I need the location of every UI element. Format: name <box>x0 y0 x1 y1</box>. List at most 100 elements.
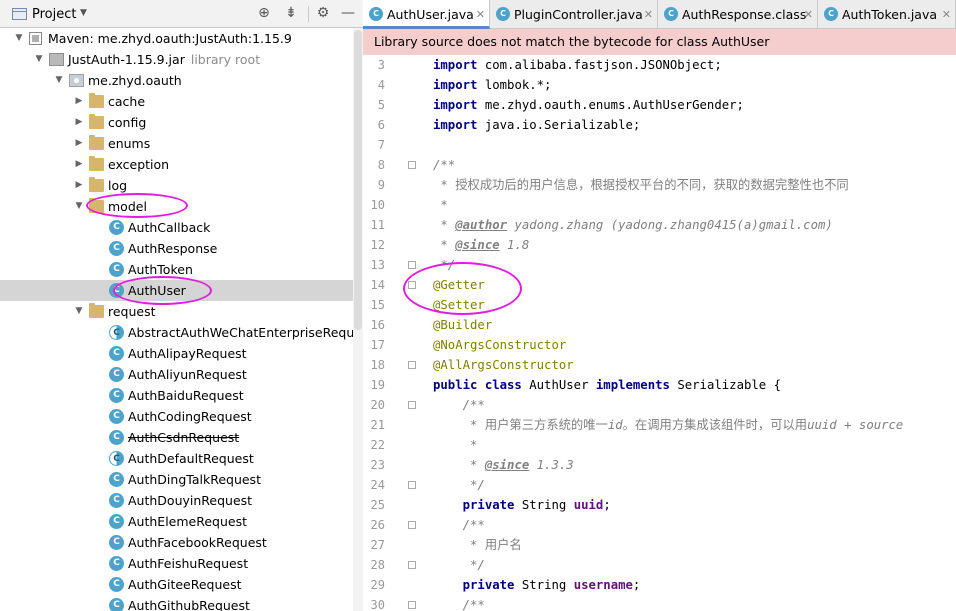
gear-icon[interactable]: ⚙ <box>314 5 332 21</box>
chevron-down-icon[interactable]: ▼ <box>53 70 65 91</box>
tree-scrollbar-thumb[interactable] <box>354 30 362 330</box>
tree-item[interactable]: C AuthGiteeRequest <box>0 574 353 595</box>
editor-tab[interactable]: C AuthUser.java ✕ <box>363 0 490 29</box>
tree-item[interactable]: C AuthAliyunRequest <box>0 364 353 385</box>
tree-item[interactable]: ▶ enums <box>0 133 353 154</box>
tree-item[interactable]: ▼ request <box>0 301 353 322</box>
close-icon[interactable]: ✕ <box>804 0 813 29</box>
chevron-right-icon[interactable]: ▶ <box>73 154 85 175</box>
tree-item[interactable]: C AuthGithubRequest <box>0 595 353 611</box>
editor-tab[interactable]: C PluginController.java ✕ <box>490 0 658 29</box>
tree-item[interactable]: C AuthFeishuRequest <box>0 553 353 574</box>
code-token: * <box>433 198 448 212</box>
code-token: @author <box>455 218 508 232</box>
tree-item[interactable]: C AuthElemeRequest <box>0 511 353 532</box>
line-number: 19 <box>370 378 385 392</box>
maven-library-icon <box>29 32 42 45</box>
fold-marker-icon[interactable] <box>408 521 416 529</box>
package-folder-icon <box>89 93 104 108</box>
line-number: 6 <box>377 118 385 132</box>
code-line: /** <box>433 595 485 611</box>
tree-item[interactable]: ▶ log <box>0 175 353 196</box>
class-icon: C <box>109 430 124 445</box>
class-icon: C <box>109 514 124 529</box>
chevron-down-icon[interactable]: ▼ <box>13 28 25 49</box>
code-line: private String username; <box>433 575 641 595</box>
code-token: /** <box>433 158 456 172</box>
close-icon[interactable]: ✕ <box>644 0 653 29</box>
line-number: 24 <box>370 478 385 492</box>
tree-item[interactable]: C AbstractAuthWeChatEnterpriseRequest <box>0 322 363 343</box>
tree-item[interactable]: C AuthCallback <box>0 217 353 238</box>
class-icon: C <box>109 493 124 508</box>
line-number: 25 <box>370 498 385 512</box>
fold-marker-icon[interactable] <box>408 281 416 289</box>
code-line: * @author yadong.zhang (yadong.zhang0415… <box>433 215 832 235</box>
line-number: 16 <box>370 318 385 332</box>
tree-item[interactable]: C AuthUser <box>0 280 353 301</box>
tree-item[interactable]: ▼ model <box>0 196 353 217</box>
line-number: 14 <box>370 278 385 292</box>
fold-marker-icon[interactable] <box>408 261 416 269</box>
editor-tab[interactable]: C AuthResponse.class ✕ <box>658 0 818 29</box>
tree-item-label: AuthBaiduRequest <box>128 388 244 403</box>
chevron-down-icon[interactable]: ▼ <box>33 49 45 70</box>
chevron-right-icon[interactable]: ▶ <box>73 112 85 133</box>
tree-item-label: request <box>108 304 156 319</box>
tree-item[interactable]: ▶ config <box>0 112 353 133</box>
code-line: * <box>433 435 477 455</box>
collapse-all-icon[interactable]: ⇟ <box>282 5 300 21</box>
tree-item-label: AuthGithubRequest <box>128 598 250 611</box>
class-icon: C <box>109 577 124 592</box>
code-token: * <box>433 238 456 252</box>
editor-tab[interactable]: C AuthToken.java ✕ <box>818 0 956 29</box>
tree-item[interactable]: ▼ JustAuth-1.15.9.jar library root <box>0 49 353 70</box>
code-line: */ <box>433 555 485 575</box>
tree-item[interactable]: C AuthCsdnRequest <box>0 427 353 448</box>
close-icon[interactable]: ✕ <box>942 0 951 29</box>
code-token: implements <box>595 378 670 392</box>
tree-item[interactable]: C AuthAlipayRequest <box>0 343 353 364</box>
code-token: Serializable { <box>669 378 781 392</box>
project-view-selector[interactable]: Project <box>32 7 76 22</box>
class-icon: C <box>109 367 124 382</box>
tree-item[interactable]: C AuthToken <box>0 259 353 280</box>
fold-marker-icon[interactable] <box>408 401 416 409</box>
close-icon[interactable]: ✕ <box>476 0 485 29</box>
code-token: ; <box>603 498 611 512</box>
tree-item[interactable]: ▶ cache <box>0 91 353 112</box>
fold-marker-icon[interactable] <box>408 561 416 569</box>
fold-marker-icon[interactable] <box>408 601 416 609</box>
tree-item[interactable]: ▼ me.zhyd.oauth <box>0 70 353 91</box>
project-panel: Project ▼ ⊕ ⇟ ⚙ — ▼ Maven: me.zhyd.oauth:… <box>0 0 363 611</box>
fold-marker-icon[interactable] <box>408 481 416 489</box>
code-line: */ <box>433 255 455 275</box>
code-area[interactable]: import com.alibaba.fastjson.JSONObject; i… <box>419 55 956 611</box>
chevron-down-icon[interactable]: ▼ <box>80 8 87 18</box>
hide-panel-icon[interactable]: — <box>339 5 357 21</box>
line-number: 7 <box>377 138 385 152</box>
chevron-right-icon[interactable]: ▶ <box>73 133 85 154</box>
class-icon: C <box>496 7 510 21</box>
tree-item[interactable]: C AuthResponse <box>0 238 353 259</box>
code-token: id <box>607 418 623 432</box>
tree-item[interactable]: C AuthCodingRequest <box>0 406 353 427</box>
chevron-down-icon[interactable]: ▼ <box>73 301 85 322</box>
tree-item[interactable]: ▶ exception <box>0 154 353 175</box>
tree-item[interactable]: C AuthDouyinRequest <box>0 490 353 511</box>
tree-item[interactable]: C AuthFacebookRequest <box>0 532 353 553</box>
class-icon: C <box>109 556 124 571</box>
tree-item[interactable]: ▼ Maven: me.zhyd.oauth:JustAuth:1.15.9 <box>0 28 353 49</box>
fold-marker-icon[interactable] <box>408 161 416 169</box>
tree-item-label: AbstractAuthWeChatEnterpriseRequest <box>128 325 363 340</box>
tree-item[interactable]: C AuthBaiduRequest <box>0 385 353 406</box>
locate-icon[interactable]: ⊕ <box>255 5 273 21</box>
chevron-down-icon[interactable]: ▼ <box>73 196 85 217</box>
chevron-right-icon[interactable]: ▶ <box>73 175 85 196</box>
line-number: 20 <box>370 398 385 412</box>
tree-item[interactable]: C AuthDefaultRequest <box>0 448 353 469</box>
fold-marker-icon[interactable] <box>408 361 416 369</box>
package-folder-icon <box>89 156 104 171</box>
chevron-right-icon[interactable]: ▶ <box>73 91 85 112</box>
tree-item[interactable]: C AuthDingTalkRequest <box>0 469 353 490</box>
